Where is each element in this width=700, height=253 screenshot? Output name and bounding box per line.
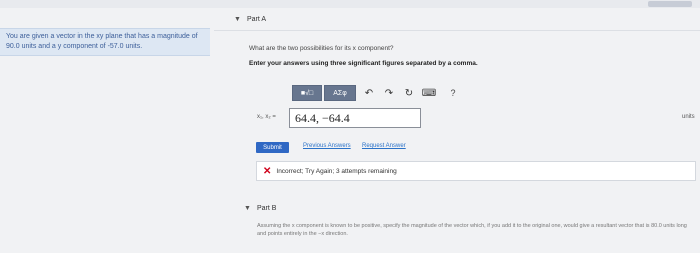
math-toolbar: ■√□ AΣφ ↶ ↷ ↻ ⌨ ? [292,85,460,101]
part-a-header[interactable]: ▼ Part A [234,16,266,23]
keyboard-icon[interactable]: ⌨ [422,86,436,100]
request-answer-link[interactable]: Request Answer [362,143,406,149]
reset-icon[interactable]: ↻ [402,86,416,100]
templates-button[interactable]: ■√□ [292,85,322,101]
part-b-title: Part B [256,205,277,212]
divider [214,30,700,31]
feedback-box: ✕ Incorrect; Try Again; 3 attempts remai… [256,161,696,181]
problem-panel: You are given a vector in the xy plane t… [0,28,210,56]
symbols-button[interactable]: AΣφ [324,85,356,101]
previous-answers-link[interactable]: Previous Answers [303,143,351,149]
close-icon: ✕ [263,165,272,177]
problem-statement: You are given a vector in the xy plane t… [6,33,198,50]
instruction-text: Enter your answers using three significa… [249,60,478,67]
top-bar [0,0,700,8]
part-b-text: Assuming the x component is known to be … [257,223,687,237]
question-text: What are the two possibilities for its x… [249,45,394,52]
answer-label: x₁, x₂ = [257,114,276,120]
undo-icon[interactable]: ↶ [362,86,376,100]
chevron-down-icon: ▼ [244,205,251,212]
redo-icon[interactable]: ↷ [382,86,396,100]
feedback-text: Incorrect; Try Again; 3 attempts remaini… [276,167,397,175]
submit-button[interactable]: Submit [256,142,289,153]
unit-label: units [682,114,695,120]
part-b-header[interactable]: ▼ Part B [244,205,276,212]
brand-logo [648,1,692,7]
chevron-down-icon: ▼ [234,16,241,23]
help-button[interactable]: ? [446,86,460,100]
part-a-title: Part A [246,16,267,23]
answer-input[interactable]: 64.4, −64.4 [289,108,421,128]
